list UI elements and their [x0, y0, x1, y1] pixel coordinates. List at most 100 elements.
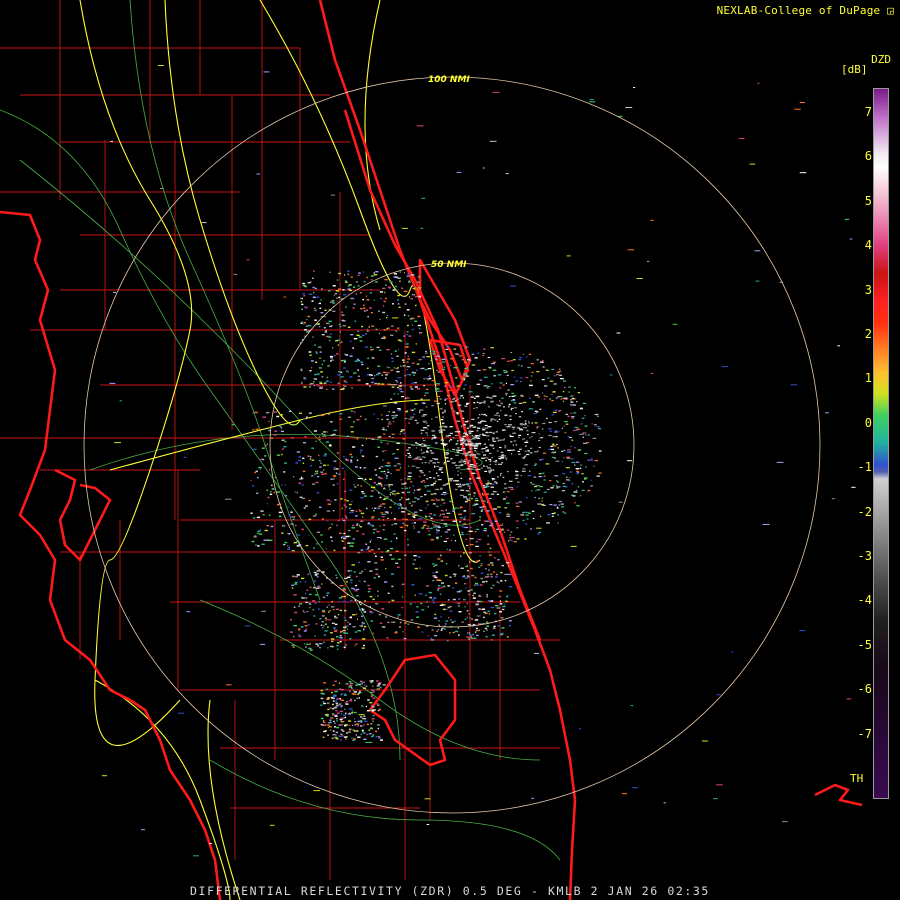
echo-pixel	[306, 610, 309, 613]
echo-pixel	[527, 366, 531, 369]
echo-pixel	[527, 425, 529, 427]
echo-pixel	[486, 396, 490, 398]
echo-pixel	[331, 300, 335, 302]
echo-pixel	[440, 419, 444, 421]
echo-pixel	[365, 333, 367, 335]
echo-pixel	[402, 631, 404, 633]
echo-pixel	[562, 473, 566, 475]
echo-pixel	[351, 387, 353, 389]
echo-pixel	[352, 307, 355, 309]
echo-pixel	[380, 441, 383, 443]
echo-pixel	[474, 576, 477, 579]
echo-pixel	[474, 447, 478, 449]
echo-pixel	[489, 497, 492, 500]
echo-pixel	[359, 690, 361, 692]
echo-pixel	[548, 421, 552, 424]
echo-pixel	[553, 504, 557, 506]
echo-pixel	[420, 227, 424, 229]
echo-pixel	[527, 433, 529, 436]
echo-pixel	[311, 475, 314, 477]
echo-pixel	[406, 333, 409, 336]
echo-pixel	[582, 402, 586, 404]
echo-pixel	[403, 385, 406, 387]
echo-pixel	[375, 281, 378, 283]
echo-pixel	[475, 631, 477, 633]
echo-pixel	[315, 440, 317, 442]
echo-pixel	[473, 397, 476, 399]
echo-pixel	[522, 468, 526, 470]
echo-pixel	[353, 691, 357, 693]
echo-pixel	[299, 603, 303, 605]
echo-pixel	[332, 734, 336, 736]
echo-pixel	[574, 426, 579, 429]
echo-pixel	[370, 723, 373, 725]
echo-pixel	[342, 537, 347, 540]
echo-pixel	[509, 285, 517, 287]
echo-pixel	[457, 404, 462, 406]
echo-pixel	[345, 738, 347, 740]
echo-pixel	[350, 431, 354, 433]
echo-pixel	[561, 450, 563, 452]
echo-pixel	[302, 282, 305, 285]
echo-pixel	[425, 507, 427, 509]
echo-pixel	[305, 505, 308, 507]
echo-pixel	[466, 564, 468, 566]
echo-pixel	[283, 471, 286, 473]
echo-pixel	[419, 567, 421, 569]
echo-pixel	[473, 495, 475, 497]
echo-pixel	[483, 443, 486, 445]
echo-pixel	[402, 438, 406, 440]
echo-pixel	[391, 558, 395, 560]
echo-pixel	[332, 388, 335, 390]
echo-pixel	[349, 453, 353, 456]
echo-pixel	[355, 684, 359, 686]
echo-pixel	[312, 277, 314, 279]
echo-pixel	[351, 737, 353, 739]
echo-pixel	[369, 374, 372, 376]
echo-pixel	[560, 398, 563, 400]
echo-pixel	[436, 630, 438, 632]
echo-pixel	[319, 307, 322, 309]
echo-pixel	[480, 584, 483, 586]
echo-pixel	[374, 730, 378, 733]
echo-pixel	[474, 455, 476, 457]
echo-pixel	[362, 717, 365, 720]
echo-pixel	[369, 292, 372, 294]
echo-pixel	[371, 694, 374, 696]
echo-pixel	[347, 601, 349, 604]
echo-pixel	[494, 414, 498, 416]
echo-pixel	[348, 623, 352, 625]
echo-pixel	[281, 484, 283, 486]
echo-pixel	[394, 503, 396, 505]
echo-pixel	[496, 573, 498, 576]
echo-pixel	[363, 611, 367, 613]
echo-pixel	[334, 617, 338, 619]
echo-pixel	[485, 446, 488, 448]
echo-pixel	[317, 385, 320, 387]
echo-pixel	[372, 720, 374, 722]
echo-pixel	[375, 271, 379, 273]
echo-pixel	[366, 507, 368, 510]
echo-pixel	[274, 430, 278, 432]
echo-pixel	[526, 453, 530, 456]
echo-pixel	[472, 594, 474, 597]
echo-pixel	[378, 436, 382, 438]
echo-pixel	[462, 484, 464, 486]
echo-pixel	[460, 567, 464, 569]
echo-pixel	[442, 439, 444, 441]
echo-pixel	[518, 453, 521, 455]
echo-pixel	[390, 398, 393, 400]
echo-pixel	[335, 718, 339, 720]
echo-pixel	[439, 579, 442, 582]
echo-pixel	[437, 587, 441, 589]
echo-pixel	[477, 422, 482, 424]
echo-pixel	[434, 564, 438, 566]
echo-pixel	[338, 296, 341, 299]
echo-pixel	[414, 295, 418, 298]
echo-pixel	[379, 686, 382, 689]
echo-pixel	[262, 416, 266, 418]
echo-pixel	[410, 298, 413, 300]
echo-pixel	[344, 353, 346, 355]
echo-pixel	[355, 723, 360, 725]
echo-pixel	[457, 431, 461, 433]
